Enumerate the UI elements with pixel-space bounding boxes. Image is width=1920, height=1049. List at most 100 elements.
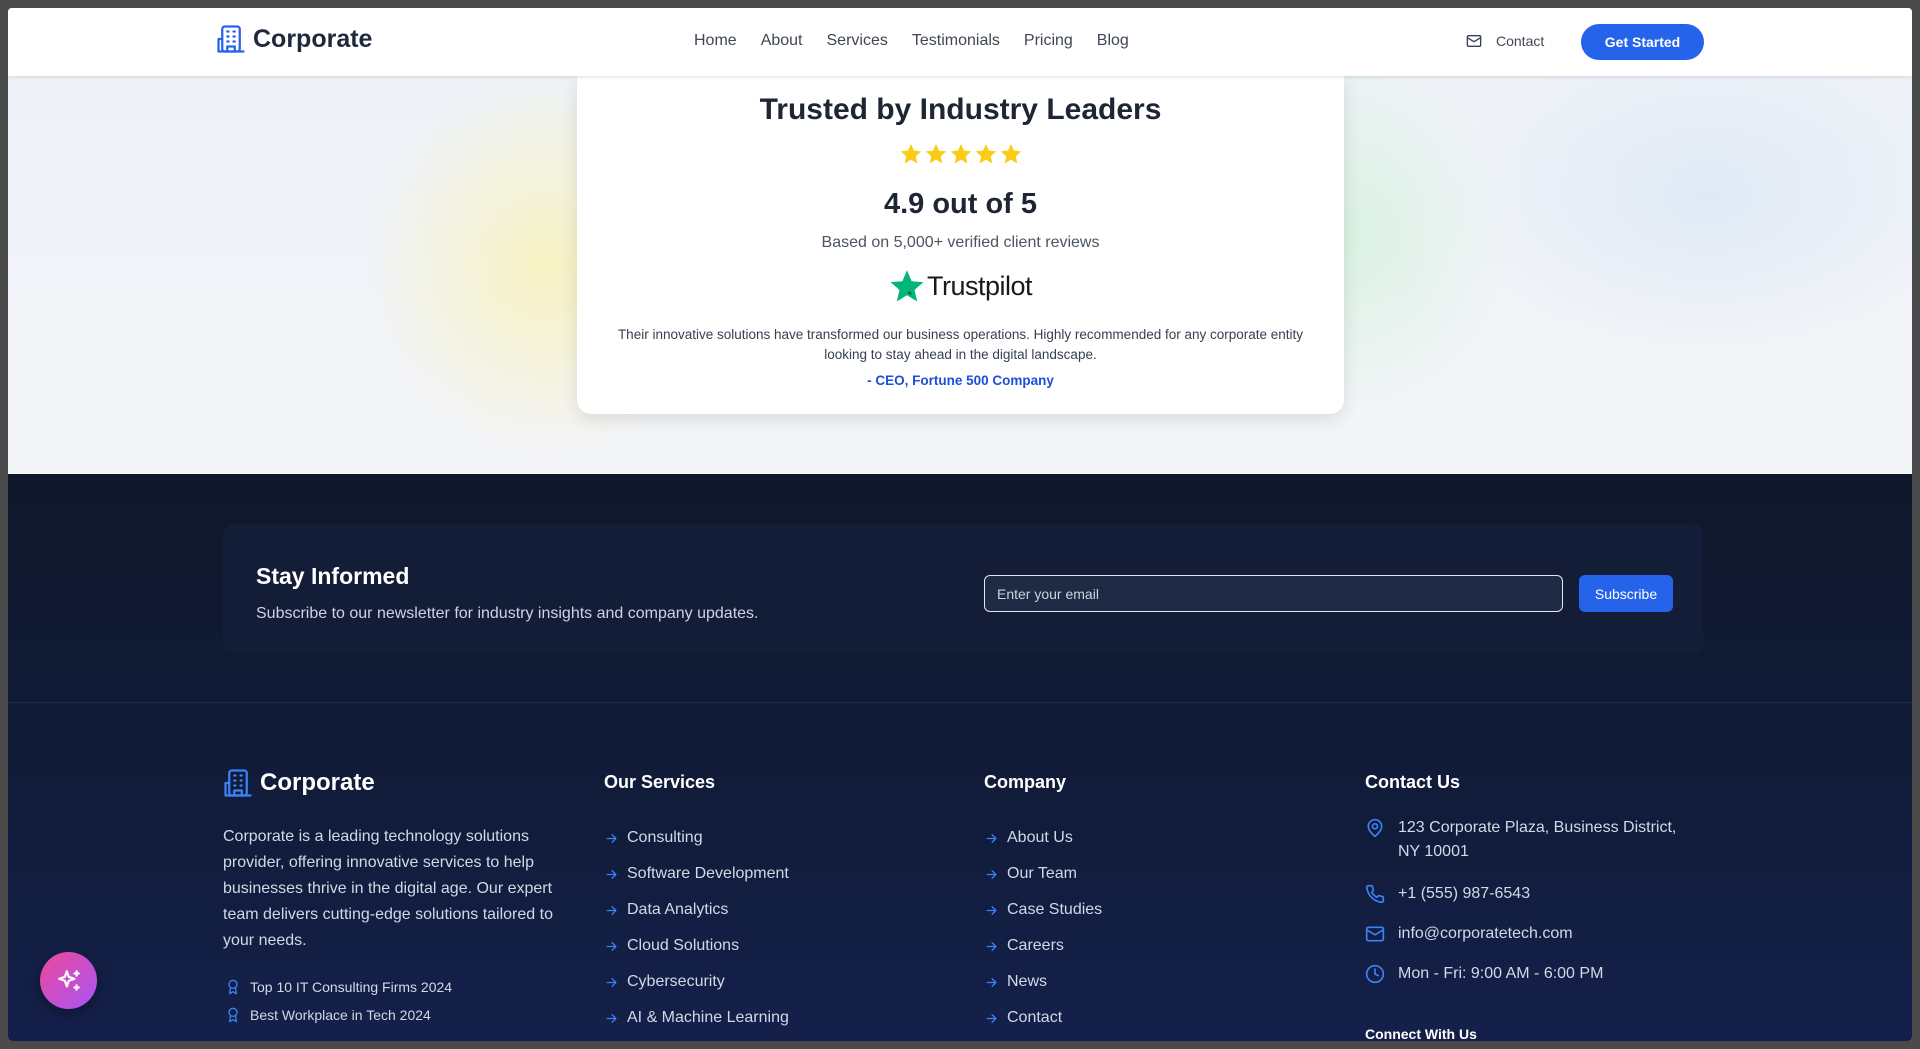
contact-column: Contact Us 123 Corporate Plaza, Business… [1365, 772, 1705, 1041]
company-link-label: News [1007, 973, 1048, 990]
service-link[interactable]: Cybersecurity [604, 964, 864, 1000]
get-started-button[interactable]: Get Started [1581, 24, 1704, 60]
main-nav: Home About Services Testimonials Pricing… [694, 32, 1153, 50]
map-pin-icon [1367, 818, 1383, 838]
brand-name: Corporate [253, 24, 373, 53]
review-count: Based on 5,000+ verified client reviews [821, 234, 1100, 251]
service-link[interactable]: Data Analytics [604, 892, 864, 928]
arrow-right-icon [606, 1013, 617, 1023]
footer-logo[interactable]: Corporate [223, 768, 375, 798]
header-logo[interactable]: Corporate [216, 24, 372, 54]
nav-home[interactable]: Home [694, 32, 737, 50]
company-title: Company [984, 772, 1067, 792]
newsletter-subtitle: Subscribe to our newsletter for industry… [256, 605, 759, 622]
arrow-right-icon [606, 977, 617, 987]
clock-icon [1365, 964, 1385, 984]
arrow-right-icon [986, 941, 997, 951]
review-card: Trusted by Industry Leaders 4.9 out of 5… [577, 76, 1344, 414]
service-link[interactable]: Cloud Solutions [604, 928, 864, 964]
testimonial-quote: Their innovative solutions have transfor… [617, 327, 1304, 362]
connect-title: Connect With Us [1365, 1026, 1477, 1041]
arrow-right-icon [986, 833, 997, 843]
address-text: 123 Corporate Plaza, Business District, … [1398, 819, 1677, 860]
trustpilot-star-icon [890, 270, 924, 302]
services-column: Our Services Consulting Software Developm… [604, 772, 789, 1026]
nav-testimonials[interactable]: Testimonials [912, 32, 1000, 50]
service-link-label: Consulting [627, 829, 703, 846]
service-link[interactable]: Software Development [604, 856, 864, 892]
award-item: Top 10 IT Consulting Firms 2024 [225, 978, 452, 996]
building-icon [224, 769, 252, 797]
trustpilot-logo: Trustpilot [577, 268, 1344, 304]
company-link-label: Case Studies [1007, 901, 1103, 918]
service-link[interactable]: AI & Machine Learning [604, 1000, 864, 1036]
mail-icon [1365, 926, 1385, 942]
nav-pricing[interactable]: Pricing [1024, 32, 1073, 50]
contact-title: Contact Us [1365, 772, 1461, 792]
company-link-label: About Us [1007, 829, 1073, 846]
star-icon [925, 144, 946, 164]
company-column: Company About Us Our Team Case Studies Care… [984, 772, 1102, 1026]
award-label: Best Workplace in Tech 2024 [250, 1007, 431, 1023]
header-contact-link[interactable]: Contact [1466, 33, 1544, 49]
ai-assistant-button[interactable] [40, 952, 97, 1009]
review-score: 4.9 out of 5 [883, 188, 1038, 220]
award-icon [228, 1007, 238, 1023]
site-header: Corporate Home About Services Testimonia… [8, 8, 1912, 76]
award-label: Top 10 IT Consulting Firms 2024 [250, 979, 453, 995]
arrow-right-icon [606, 941, 617, 951]
phone-icon [1365, 884, 1385, 904]
phone-item[interactable]: +1 (555) 987-6543 [1365, 882, 1705, 906]
company-link[interactable]: Careers [984, 928, 1244, 964]
arrow-right-icon [606, 869, 617, 879]
nav-about[interactable]: About [761, 32, 803, 50]
star-icon [900, 144, 921, 164]
footer-brand-name: Corporate [260, 769, 375, 796]
arrow-right-icon [986, 869, 997, 879]
award-item: Best Workplace in Tech 2024 [225, 1006, 431, 1024]
company-link[interactable]: News [984, 964, 1244, 1000]
company-link[interactable]: Contact [984, 1000, 1244, 1036]
star-icon [1000, 144, 1021, 164]
subscribe-button[interactable]: Subscribe [1579, 575, 1673, 612]
company-link[interactable]: Case Studies [984, 892, 1244, 928]
company-link-label: Contact [1007, 1009, 1063, 1026]
service-link-label: Software Development [627, 865, 789, 882]
email-input[interactable] [984, 575, 1563, 612]
services-list: Consulting Software Development Data Analy… [604, 820, 864, 1036]
company-link-label: Our Team [1007, 865, 1077, 882]
footer-divider [8, 702, 1912, 703]
nav-blog[interactable]: Blog [1097, 32, 1129, 50]
award-icon [228, 979, 238, 995]
browser-viewport: Corporate Home About Services Testimonia… [8, 8, 1912, 1041]
sparkles-icon [57, 969, 80, 991]
email-text: info@corporatetech.com [1398, 925, 1573, 942]
service-link-label: AI & Machine Learning [627, 1009, 789, 1026]
service-link-label: Cloud Solutions [627, 937, 740, 954]
building-icon [217, 25, 245, 53]
address-item: 123 Corporate Plaza, Business District, … [1365, 816, 1705, 864]
hours-item: Mon - Fri: 9:00 AM - 6:00 PM [1365, 962, 1705, 986]
service-link[interactable]: Consulting [604, 820, 864, 856]
arrow-right-icon [986, 905, 997, 915]
trustpilot-wordmark: Trustpilot [926, 270, 1033, 301]
contact-label: Contact [1496, 33, 1545, 49]
newsletter-box: Stay Informed Subscribe to our newslette… [223, 524, 1703, 654]
arrow-right-icon [606, 833, 617, 843]
arrow-right-icon [986, 977, 997, 987]
nav-services[interactable]: Services [827, 32, 888, 50]
services-title: Our Services [604, 772, 716, 792]
star-icon [950, 144, 971, 164]
newsletter-title: Stay Informed [256, 563, 410, 589]
hours-text: Mon - Fri: 9:00 AM - 6:00 PM [1398, 965, 1604, 982]
email-item[interactable]: info@corporatetech.com [1365, 922, 1705, 946]
phone-text: +1 (555) 987-6543 [1398, 885, 1531, 902]
footer-description: Corporate is a leading technology soluti… [223, 828, 553, 949]
service-link-label: Data Analytics [627, 901, 729, 918]
star-rating [577, 142, 1344, 166]
service-link-label: Cybersecurity [627, 973, 725, 990]
company-list: About Us Our Team Case Studies Careers News C… [984, 820, 1244, 1036]
company-link[interactable]: About Us [984, 820, 1244, 856]
trust-section: Trusted by Industry Leaders 4.9 out of 5… [8, 76, 1912, 474]
company-link[interactable]: Our Team [984, 856, 1244, 892]
